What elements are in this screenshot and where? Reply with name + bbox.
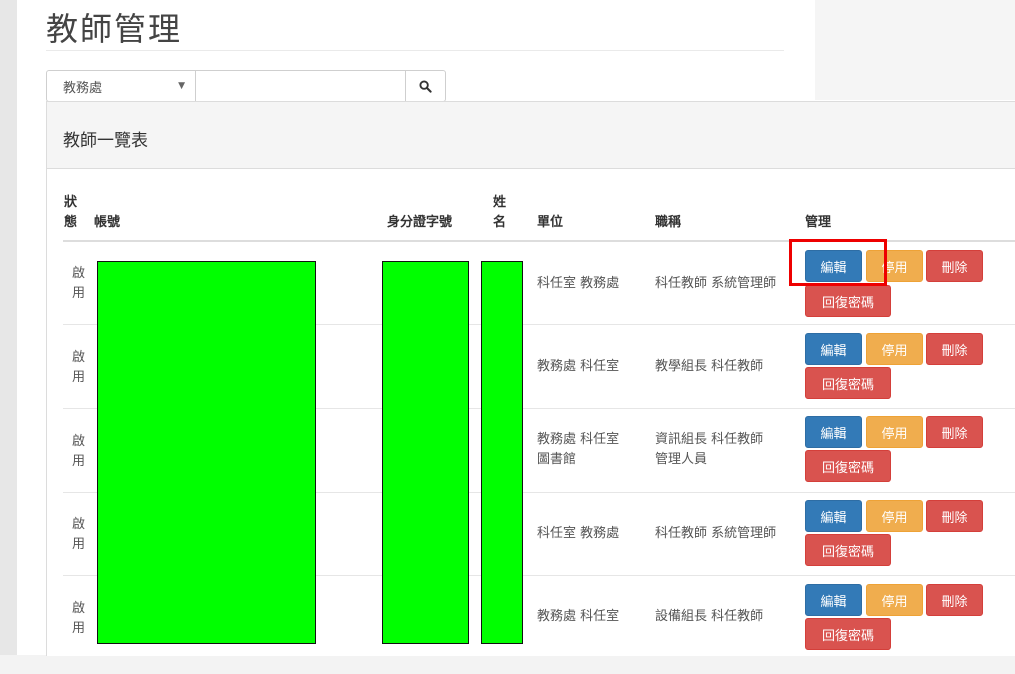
row-position: 科任教師 系統管理師 bbox=[655, 526, 777, 541]
reset-password-button[interactable]: 回復密碼 bbox=[805, 618, 891, 650]
col-header-status-line2: 態 bbox=[64, 215, 78, 230]
delete-button[interactable]: 刪除 bbox=[926, 416, 983, 448]
disable-button[interactable]: 停用 bbox=[866, 416, 923, 448]
title-divider bbox=[46, 50, 784, 51]
col-header-manage: 管理 bbox=[805, 215, 832, 230]
col-header-unit: 單位 bbox=[537, 215, 564, 230]
col-header-name-line2: 名 bbox=[493, 215, 507, 230]
reset-password-button[interactable]: 回復密碼 bbox=[805, 534, 891, 566]
row-unit: 教務處 科任室 bbox=[537, 359, 620, 374]
search-input[interactable] bbox=[196, 70, 406, 102]
redacted-account-column bbox=[97, 261, 316, 644]
row-position: 教學組長 科任教師 bbox=[655, 359, 764, 374]
col-header-position: 職稱 bbox=[655, 215, 682, 230]
caret-down-icon: ▼ bbox=[178, 81, 185, 91]
row-unit: 教務處 科任室 圖書館 bbox=[537, 432, 620, 467]
search-bar: 教務處 ▼ bbox=[46, 70, 446, 104]
row-unit: 教務處 科任室 bbox=[537, 609, 620, 624]
delete-button[interactable]: 刪除 bbox=[926, 333, 983, 365]
delete-button[interactable]: 刪除 bbox=[926, 584, 983, 616]
page-title: 教師管理 bbox=[46, 10, 183, 48]
bottom-gray-area bbox=[0, 655, 1015, 674]
edit-button[interactable]: 編輯 bbox=[805, 250, 862, 282]
row-unit: 科任室 教務處 bbox=[537, 526, 620, 541]
disable-button[interactable]: 停用 bbox=[866, 250, 923, 282]
col-header-id-number: 身分證字號 bbox=[387, 215, 453, 230]
reset-password-button[interactable]: 回復密碼 bbox=[805, 450, 891, 482]
edit-button[interactable]: 編輯 bbox=[805, 500, 862, 532]
edit-button[interactable]: 編輯 bbox=[805, 416, 862, 448]
unit-select[interactable]: 教務處 ▼ bbox=[46, 70, 196, 102]
row-position: 科任教師 系統管理師 bbox=[655, 276, 777, 291]
row-status: 啟用 bbox=[72, 601, 86, 636]
row-unit: 科任室 教務處 bbox=[537, 276, 620, 291]
disable-button[interactable]: 停用 bbox=[866, 584, 923, 616]
right-gray-area bbox=[815, 0, 1015, 100]
col-header-name: 姓 名 bbox=[493, 193, 506, 233]
col-header-name-line1: 姓 bbox=[493, 195, 507, 210]
row-position: 資訊組長 科任教師 管理人員 bbox=[655, 432, 764, 467]
col-header-account: 帳號 bbox=[94, 215, 121, 230]
delete-button[interactable]: 刪除 bbox=[926, 250, 983, 282]
col-header-status: 狀 態 bbox=[64, 193, 77, 233]
search-icon bbox=[419, 79, 432, 93]
disable-button[interactable]: 停用 bbox=[866, 333, 923, 365]
row-status: 啟用 bbox=[72, 517, 86, 552]
panel-title: 教師一覽表 bbox=[63, 131, 148, 151]
reset-password-button[interactable]: 回復密碼 bbox=[805, 285, 891, 317]
redacted-id-column bbox=[382, 261, 469, 644]
row-position: 設備組長 科任教師 bbox=[655, 609, 764, 624]
row-status: 啟用 bbox=[72, 350, 86, 385]
panel-heading: 教師一覽表 bbox=[47, 102, 1015, 169]
search-button[interactable] bbox=[406, 70, 446, 102]
row-status: 啟用 bbox=[72, 266, 86, 301]
disable-button[interactable]: 停用 bbox=[866, 500, 923, 532]
row-status: 啟用 bbox=[72, 434, 86, 469]
edit-button[interactable]: 編輯 bbox=[805, 333, 862, 365]
reset-password-button[interactable]: 回復密碼 bbox=[805, 367, 891, 399]
unit-select-value: 教務處 bbox=[63, 80, 103, 96]
delete-button[interactable]: 刪除 bbox=[926, 500, 983, 532]
edit-button[interactable]: 編輯 bbox=[805, 584, 862, 616]
header-divider bbox=[63, 240, 1015, 242]
redacted-name-column bbox=[481, 261, 523, 644]
col-header-status-line1: 狀 bbox=[64, 195, 78, 210]
